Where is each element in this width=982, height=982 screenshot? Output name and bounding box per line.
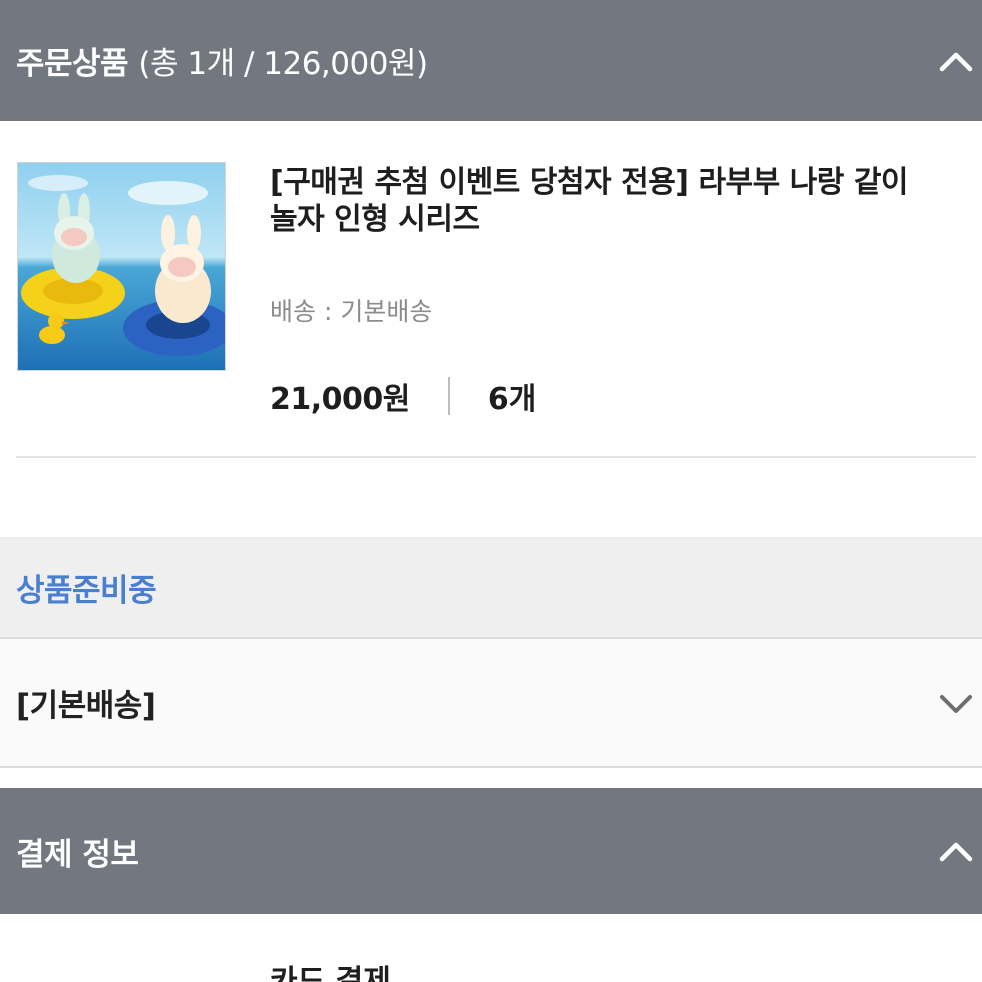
order-items-title-text: 주문상품 <box>16 46 129 82</box>
order-items-header[interactable]: 주문상품 (총 1개 / 126,000원) <box>0 0 982 121</box>
order-status-label: 상품준비중 <box>16 572 157 609</box>
price-quantity-divider <box>447 377 450 415</box>
product-thumbnail[interactable] <box>17 162 226 371</box>
payment-info-body: 카드 결제 <box>0 914 982 982</box>
chevron-up-icon[interactable] <box>936 41 976 81</box>
product-name-line-1: [구매권 추첨 이벤트 당첨자 전용] 라부부 나랑 같이 <box>270 165 909 200</box>
product-quantity: 6개 <box>487 382 537 417</box>
shipping-type: 배송 : 기본배송 <box>270 297 433 326</box>
delivery-label: [기본배송] <box>16 688 156 724</box>
payment-info-header[interactable]: 결제 정보 <box>0 788 982 914</box>
product-price: 21,000원 <box>270 382 410 417</box>
price-quantity-line: 21,000원 6개 <box>270 374 536 418</box>
product-divider <box>16 456 976 458</box>
order-status-bar: 상품준비중 <box>0 537 982 639</box>
product-name[interactable]: [구매권 추첨 이벤트 당첨자 전용] 라부부 나랑 같이 놀자 인형 시리즈 <box>270 164 982 238</box>
payment-info-title: 결제 정보 <box>16 836 139 873</box>
order-items-title: 주문상품 (총 1개 / 126,000원) <box>0 38 428 83</box>
payment-method: 카드 결제 <box>270 964 391 982</box>
chevron-up-icon[interactable] <box>936 831 976 871</box>
product-item: [구매권 추첨 이벤트 당첨자 전용] 라부부 나랑 같이 놀자 인형 시리즈 … <box>0 122 982 537</box>
chevron-down-icon[interactable] <box>936 683 976 723</box>
delivery-toggle-row[interactable]: [기본배송] <box>0 639 982 768</box>
product-name-line-2: 놀자 인형 시리즈 <box>270 202 480 237</box>
order-items-summary: (총 1개 / 126,000원) <box>138 46 428 82</box>
